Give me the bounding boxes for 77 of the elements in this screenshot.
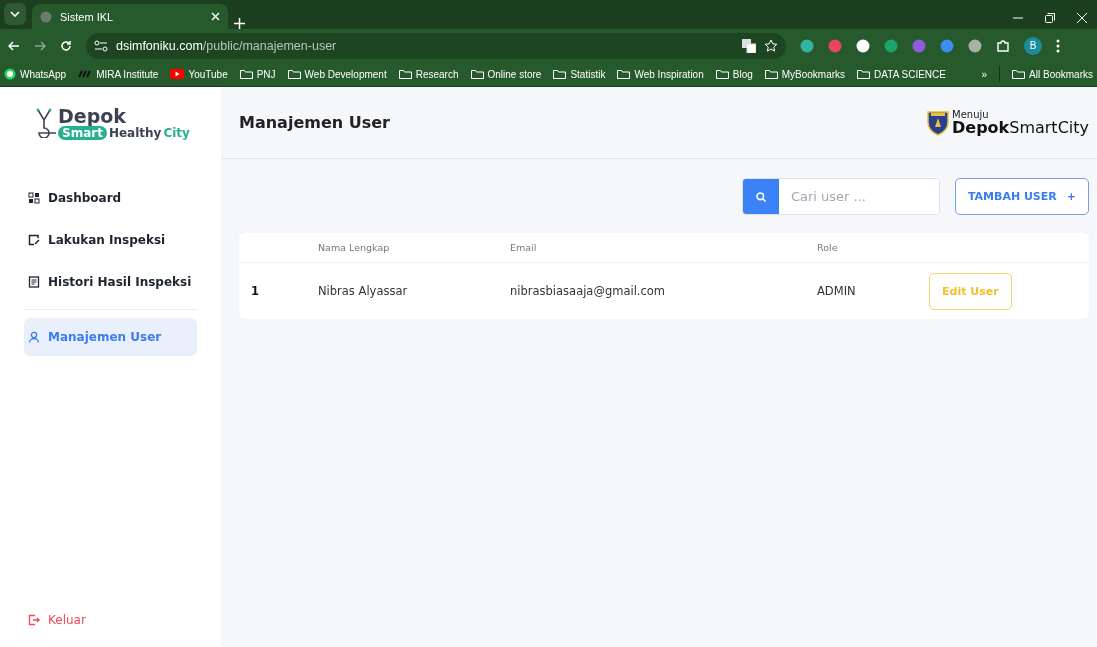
chevron-down-icon xyxy=(10,11,20,17)
play-icon xyxy=(170,69,185,79)
sidebar-item[interactable]: Histori Hasil Inspeksi xyxy=(24,263,197,301)
edit-icon xyxy=(28,234,40,246)
stripes-icon xyxy=(78,70,93,78)
tab-title: Sistem IKL xyxy=(60,10,115,23)
extension-icon[interactable] xyxy=(856,38,870,53)
brand-name: DepokSmartCity xyxy=(952,119,1089,136)
bookmark[interactable]: YouTube xyxy=(170,68,228,80)
back-icon[interactable] xyxy=(8,39,20,52)
folder-icon xyxy=(553,69,567,79)
close-icon[interactable] xyxy=(211,12,220,21)
plus-icon[interactable] xyxy=(234,18,245,29)
bookmark[interactable]: Blog xyxy=(715,68,753,80)
forward-icon xyxy=(34,39,46,52)
extension-icon[interactable] xyxy=(968,38,982,53)
user-icon xyxy=(28,331,40,343)
site-settings-icon xyxy=(94,39,108,52)
bookmark[interactable]: Web Development xyxy=(287,68,387,80)
document-icon xyxy=(28,276,40,288)
folder-icon xyxy=(398,69,412,79)
column-header: Email xyxy=(510,242,538,253)
more-icon[interactable] xyxy=(1056,38,1060,53)
column-header: Role xyxy=(817,242,839,253)
sidebar-item[interactable]: Lakukan Inspeksi xyxy=(24,221,197,259)
folder-icon xyxy=(239,69,253,79)
profile-avatar[interactable]: B xyxy=(1024,36,1042,55)
page-title: Manajemen User xyxy=(239,113,391,132)
table-cell-text: ADMIN xyxy=(817,284,857,298)
translate-icon[interactable] xyxy=(742,38,756,53)
folder-icon xyxy=(617,69,631,79)
bookmark[interactable]: Web Inspiration xyxy=(617,68,704,80)
bookmark[interactable]: MIRA Institute xyxy=(78,68,159,80)
tab-list-button[interactable] xyxy=(4,3,26,25)
folder-icon xyxy=(1012,69,1026,79)
bookmark[interactable]: Research xyxy=(398,68,459,80)
puzzle-icon[interactable] xyxy=(996,38,1010,53)
add-user-button[interactable]: TAMBAH USER + xyxy=(954,178,1089,215)
close-icon[interactable] xyxy=(1077,13,1087,23)
grid-icon xyxy=(28,192,40,204)
brand-tagline: Menuju xyxy=(952,109,989,120)
folder-icon xyxy=(715,69,729,79)
reload-icon[interactable] xyxy=(60,39,72,52)
column-header: Nama Lengkap xyxy=(318,242,391,253)
chat-bubble-icon xyxy=(4,68,16,80)
folder-icon xyxy=(287,69,301,79)
sidebar-item[interactable]: Dashboard xyxy=(24,179,197,217)
folder-icon xyxy=(857,69,871,79)
bookmark[interactable]: PNJ xyxy=(239,68,276,80)
search-icon xyxy=(755,191,766,202)
bookmark[interactable]: DATA SCIENCE xyxy=(857,68,946,80)
table-cell-text: Nibras Alyassar xyxy=(318,284,409,298)
folder-icon xyxy=(764,69,778,79)
star-icon[interactable] xyxy=(764,38,778,53)
shield-emblem-icon xyxy=(927,109,949,136)
table-cell-text: 1 xyxy=(251,284,260,298)
logo-badge: Smart xyxy=(58,125,107,140)
logo-text: City xyxy=(163,126,190,139)
logout-icon xyxy=(28,614,40,626)
logo-text: Healthy xyxy=(108,126,162,139)
logout-link[interactable]: Keluar xyxy=(24,613,197,627)
address-bar[interactable]: dsimfoniku.com/public/manajemen-user xyxy=(86,32,786,59)
restore-icon[interactable] xyxy=(1045,13,1055,23)
logo-text: Depok xyxy=(58,106,127,126)
bookmark[interactable]: MyBookmarks xyxy=(764,68,846,80)
browser-tab[interactable]: Sistem IKL xyxy=(32,4,228,29)
search-field[interactable]: Cari user ... xyxy=(741,178,940,215)
all-bookmarks[interactable]: All Bookmarks xyxy=(1012,68,1093,80)
more-bookmarks-button[interactable]: » xyxy=(981,68,988,80)
table-cell-text: nibrasbiasaaja@gmail.com xyxy=(510,284,667,298)
bookmark[interactable]: WhatsApp xyxy=(4,68,67,80)
bookmark[interactable]: Online store xyxy=(470,68,542,80)
url-text[interactable]: dsimfoniku.com/public/manajemen-user xyxy=(116,38,337,53)
bookmark[interactable]: Statistik xyxy=(553,68,606,80)
globe-icon xyxy=(40,10,52,23)
stethoscope-icon xyxy=(36,108,56,138)
folder-icon xyxy=(470,69,484,79)
